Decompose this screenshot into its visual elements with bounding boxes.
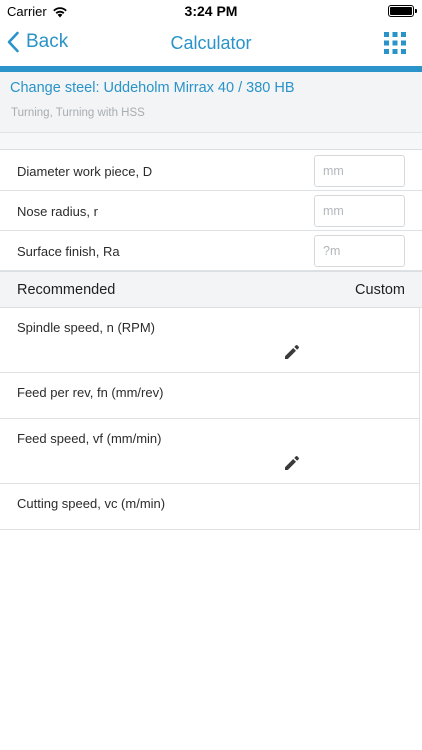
result-row-spindle-speed: Spindle speed, n (RPM): [0, 308, 420, 373]
diameter-label: Diameter work piece, D: [17, 164, 153, 179]
surface-finish-label: Surface finish, Ra: [17, 244, 120, 259]
nav-bar: Back Calculator: [0, 22, 422, 66]
input-row-diameter: Diameter work piece, D: [0, 151, 422, 191]
input-row-nose-radius: Nose radius, r: [0, 191, 422, 231]
result-row-cutting-speed: Cutting speed, vc (m/min): [0, 484, 420, 530]
spindle-speed-label: Spindle speed, n (RPM): [17, 320, 156, 335]
input-row-surface-finish: Surface finish, Ra: [0, 231, 422, 271]
battery-icon: [388, 5, 417, 17]
nose-radius-label: Nose radius, r: [17, 204, 98, 219]
recommended-heading: Recommended: [17, 282, 116, 298]
cutting-speed-label: Cutting speed, vc (m/min): [17, 496, 166, 511]
steel-header: Change steel: Uddeholm Mirrax 40 / 380 H…: [0, 72, 422, 133]
status-time: 3:24 PM: [184, 3, 238, 19]
nose-radius-input[interactable]: [314, 195, 405, 227]
results-section-header: Recommended Custom: [0, 271, 422, 308]
section-spacer: [0, 133, 422, 150]
result-row-feed-per-rev: Feed per rev, fn (mm/rev): [0, 373, 420, 419]
result-row-feed-speed: Feed speed, vf (mm/min): [0, 419, 420, 484]
feed-per-rev-label: Feed per rev, fn (mm/rev): [17, 385, 164, 400]
pencil-icon[interactable]: [283, 454, 301, 472]
pencil-icon[interactable]: [283, 343, 301, 361]
grid-icon[interactable]: [384, 32, 406, 54]
feed-speed-label: Feed speed, vf (mm/min): [17, 431, 162, 446]
change-steel-link[interactable]: Change steel: Uddeholm Mirrax 40 / 380 H…: [10, 80, 295, 96]
diameter-input[interactable]: [314, 155, 405, 187]
custom-heading: Custom: [355, 282, 405, 298]
page-title: Calculator: [170, 33, 252, 53]
surface-finish-input[interactable]: [314, 235, 405, 267]
status-bar: Carrier 3:24 PM: [0, 0, 422, 22]
operation-subtitle: Turning, Turning with HSS: [11, 107, 145, 119]
